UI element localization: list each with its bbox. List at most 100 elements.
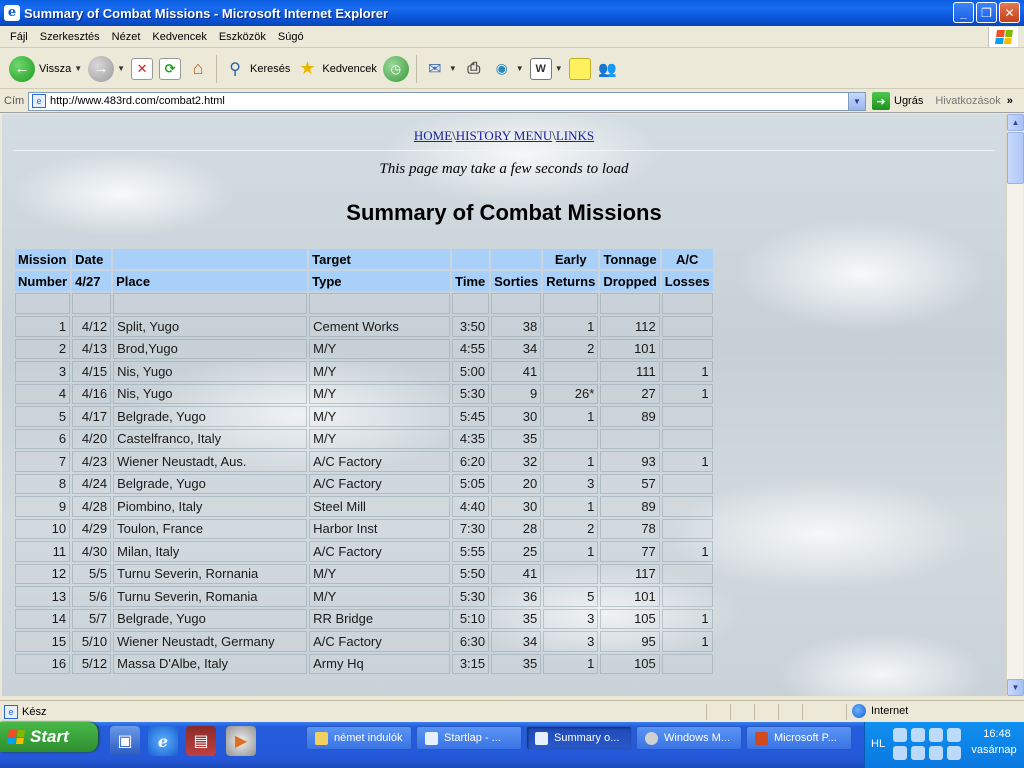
favorites-button[interactable]: ★ Kedvencek <box>293 52 379 86</box>
table-cell: M/Y <box>309 338 451 359</box>
table-row: 5 4/17 Belgrade, Yugo M/Y 5:45 30 1 89 <box>15 406 713 427</box>
back-button[interactable]: ← Vissza ▼ <box>6 52 85 86</box>
start-label: Start <box>30 727 69 746</box>
history-button[interactable]: ◷ <box>380 52 412 86</box>
table-cell: Nis, Yugo <box>113 361 308 382</box>
shield-icon[interactable] <box>911 746 925 760</box>
contacts-button[interactable]: 👥 <box>594 52 622 86</box>
address-input[interactable]: e http://www.483rd.com/combat2.html ▼ <box>28 91 866 111</box>
star-icon: ★ <box>299 58 316 78</box>
table-cell <box>661 428 713 449</box>
table-cell: 111 <box>600 361 660 382</box>
network-icon[interactable] <box>893 728 907 742</box>
edit-dropdown-icon[interactable]: ▼ <box>555 64 563 73</box>
mail-button[interactable]: ✉ ▼ <box>421 52 460 86</box>
search-button[interactable]: ⚲ Keresés <box>221 52 293 86</box>
stop-button[interactable]: ✕ <box>128 52 156 86</box>
clock-time[interactable]: 16:48 <box>973 728 1021 740</box>
quicklaunch-mediaplayer-icon[interactable]: ▶ <box>226 726 256 756</box>
table-row: 14 5/7 Belgrade, Yugo RR Bridge 5:10 35 3 105 1 <box>15 608 713 629</box>
menu-help[interactable]: Súgó <box>272 31 310 43</box>
tray-icons <box>893 728 965 762</box>
messenger-button[interactable]: ◉ ▼ <box>488 52 527 86</box>
home-link[interactable]: HOME <box>414 128 452 143</box>
table-cell: 11 <box>15 541 71 562</box>
table-cell: 8 <box>15 473 71 494</box>
table-cell: 5:00 <box>452 361 490 382</box>
minimize-button[interactable]: _ <box>953 2 974 23</box>
links-toolbar[interactable]: Hivatkozások <box>935 95 1000 107</box>
maximize-button[interactable]: ❐ <box>976 2 997 23</box>
word-icon: W <box>529 57 552 80</box>
address-dropdown-icon[interactable]: ▼ <box>848 92 865 110</box>
table-cell <box>661 518 713 539</box>
back-dropdown-icon[interactable]: ▼ <box>74 64 82 73</box>
table-cell: 112 <box>600 316 660 337</box>
vertical-scrollbar[interactable]: ▲ ▼ <box>1006 114 1024 696</box>
chevron-right-icon[interactable]: » <box>1007 95 1013 107</box>
header-cell: Losses <box>661 271 713 291</box>
menu-favorites[interactable]: Kedvencek <box>146 31 212 43</box>
task-powerpoint[interactable]: Microsoft P... <box>746 726 852 750</box>
home-button[interactable]: ⌂ <box>184 52 212 86</box>
menu-view[interactable]: Nézet <box>106 31 147 43</box>
menu-file[interactable]: Fájl <box>4 31 34 43</box>
table-cell <box>543 428 599 449</box>
task-startlap[interactable]: Startlap - ... <box>416 726 522 750</box>
table-cell: 5/10 <box>72 631 112 652</box>
task-folder[interactable]: német indulók <box>306 726 412 750</box>
chat-icon[interactable] <box>893 746 907 760</box>
edit-button[interactable]: W ▼ <box>527 52 566 86</box>
forward-button[interactable]: → ▼ <box>85 52 128 86</box>
table-cell: 2 <box>543 338 599 359</box>
volume-icon[interactable] <box>911 728 925 742</box>
messenger-tray-icon[interactable] <box>947 728 961 742</box>
messenger-dropdown-icon[interactable]: ▼ <box>516 64 524 73</box>
notes-button[interactable] <box>566 52 594 86</box>
table-cell: 25 <box>491 541 542 562</box>
table-cell: Toulon, France <box>113 518 308 539</box>
task-windows-media[interactable]: Windows M... <box>636 726 742 750</box>
mail-dropdown-icon[interactable]: ▼ <box>449 64 457 73</box>
search-icon: ⚲ <box>229 60 241 78</box>
print-button[interactable]: ⎙ <box>460 52 488 86</box>
address-url[interactable]: http://www.483rd.com/combat2.html <box>50 95 225 107</box>
sync-icon[interactable] <box>929 746 943 760</box>
task-label: Windows M... <box>664 732 731 744</box>
table-cell: 4/15 <box>72 361 112 382</box>
task-summary[interactable]: Summary o... <box>526 726 632 750</box>
quicklaunch-ie-icon[interactable]: e <box>148 726 178 756</box>
table-cell: 2 <box>15 338 71 359</box>
scroll-down-icon[interactable]: ▼ <box>1007 679 1024 696</box>
messenger-icon: ◉ <box>495 60 508 76</box>
scroll-thumb[interactable] <box>1007 132 1024 184</box>
menu-tools[interactable]: Eszközök <box>213 31 272 43</box>
menu-edit[interactable]: Szerkesztés <box>34 31 106 43</box>
history-menu-link[interactable]: HISTORY MENU <box>456 128 552 143</box>
close-button[interactable]: ✕ <box>999 2 1020 23</box>
page-content[interactable]: HOME\HISTORY MENU\LINKS This page may ta… <box>2 114 1006 696</box>
table-cell: 117 <box>600 563 660 584</box>
update-icon[interactable] <box>947 746 961 760</box>
header-cell: Sorties <box>491 271 542 291</box>
scroll-up-icon[interactable]: ▲ <box>1007 114 1024 131</box>
table-cell: 9 <box>15 496 71 517</box>
missions-table: Mission Date Target Early Tonnage A/C Nu… <box>13 247 715 676</box>
start-button[interactable]: Start <box>0 722 98 752</box>
window-titlebar[interactable]: e Summary of Combat Missions - Microsoft… <box>0 0 1024 26</box>
go-button[interactable]: ➔ Ugrás <box>872 92 923 110</box>
table-cell: 5:50 <box>452 563 490 584</box>
table-cell: 36 <box>491 586 542 607</box>
quicklaunch-floppy-icon[interactable]: ▤ <box>186 726 216 756</box>
language-indicator[interactable]: HL <box>871 738 885 750</box>
security-icon[interactable] <box>929 728 943 742</box>
quicklaunch-desktop-icon[interactable]: ▣ <box>110 726 140 756</box>
links-link[interactable]: LINKS <box>556 128 594 143</box>
address-label: Cím <box>4 95 25 107</box>
table-cell: Nis, Yugo <box>113 383 308 404</box>
forward-dropdown-icon[interactable]: ▼ <box>117 64 125 73</box>
table-cell: 5:05 <box>452 473 490 494</box>
table-cell: 3 <box>543 631 599 652</box>
table-cell: 5 <box>15 406 71 427</box>
refresh-button[interactable]: ⟳ <box>156 52 184 86</box>
